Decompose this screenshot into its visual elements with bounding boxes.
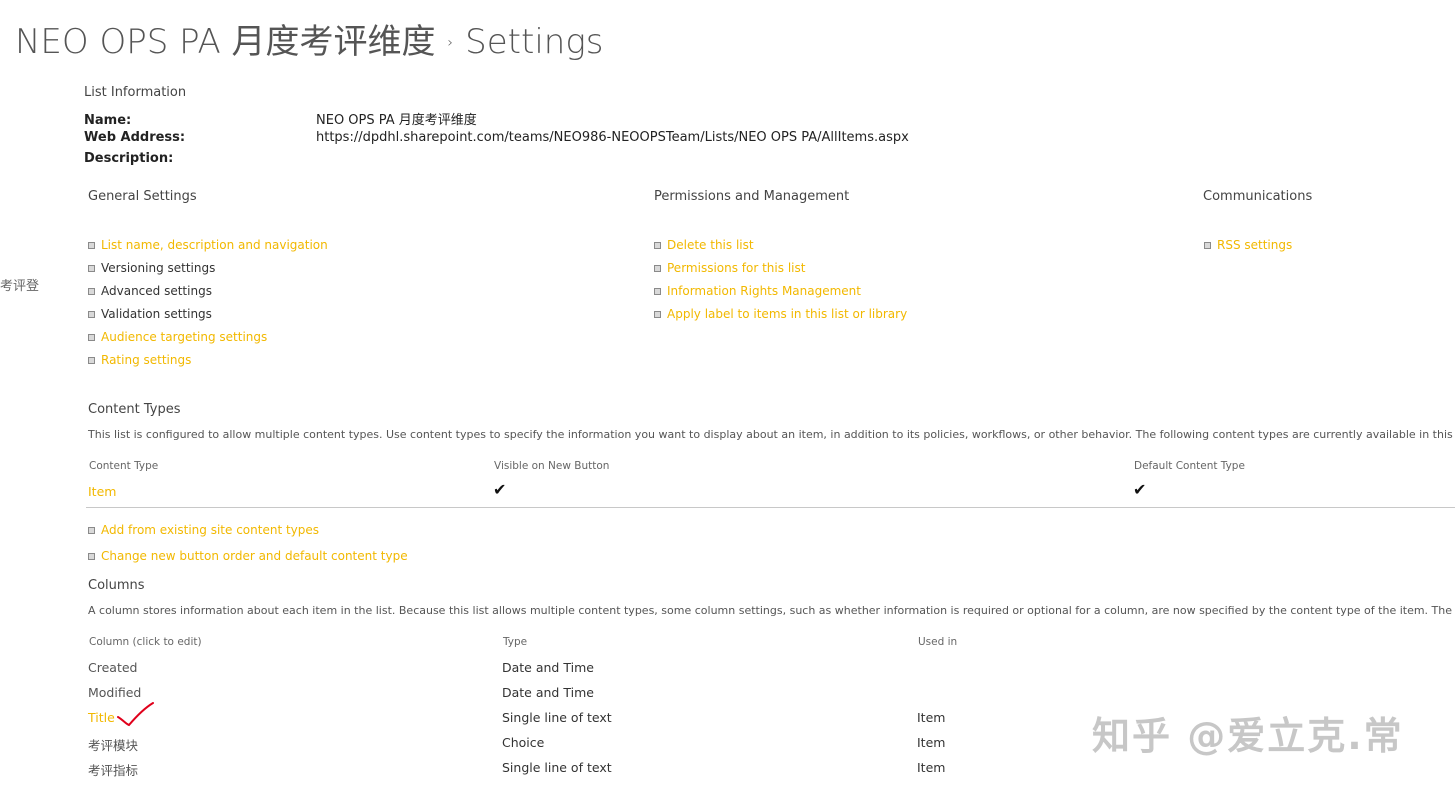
bullet-icon	[654, 242, 661, 249]
info-row-name: Name: NEO OPS PA 月度考评维度	[84, 109, 477, 128]
rating-settings-link[interactable]: Rating settings	[88, 352, 328, 375]
column-row-type: Choice	[502, 735, 545, 750]
delete-list-link[interactable]: Delete this list	[654, 237, 907, 260]
bullet-icon	[88, 357, 95, 364]
list-information-heading: List Information	[84, 85, 187, 100]
content-type-column-header: Content Type	[89, 460, 159, 472]
validation-settings-link[interactable]: Validation settings	[88, 306, 328, 329]
column-row-name[interactable]: Created	[88, 660, 137, 675]
column-row-name[interactable]: 考评指标	[88, 760, 138, 779]
bullet-icon	[654, 265, 661, 272]
info-row-web-address: Web Address: https://dpdhl.sharepoint.com…	[84, 130, 909, 145]
communications-list: RSS settings	[1204, 237, 1292, 260]
check-icon: ✔	[493, 480, 507, 499]
column-row-used-in: Item	[917, 735, 946, 750]
advanced-settings-link[interactable]: Advanced settings	[88, 283, 328, 306]
column-row-type: Date and Time	[502, 660, 594, 675]
bullet-icon	[88, 265, 95, 272]
apply-label-link[interactable]: Apply label to items in this list or lib…	[654, 306, 907, 329]
bullet-icon	[88, 527, 95, 534]
page-name: Settings	[465, 22, 604, 62]
column-row-name[interactable]: 考评模块	[88, 735, 138, 754]
site-title-link[interactable]: NEO OPS PA 月度考评维度	[15, 22, 436, 62]
name-value: NEO OPS PA 月度考评维度	[316, 113, 477, 128]
web-address-label: Web Address:	[84, 130, 186, 145]
visible-on-new-button-column-header: Visible on New Button	[494, 460, 610, 472]
add-existing-content-types-link[interactable]: Add from existing site content types	[88, 522, 408, 548]
watermark: 知乎 @爱立克.常	[1092, 714, 1404, 758]
breadcrumb-separator-icon: ›	[447, 35, 454, 51]
general-settings-list: List name, description and navigation Ve…	[88, 237, 328, 375]
settings-page: NEO OPS PA 月度考评维度 › Settings 考评登 List Info…	[0, 0, 1455, 789]
bullet-icon	[1204, 242, 1211, 249]
bullet-icon	[88, 311, 95, 318]
versioning-settings-link[interactable]: Versioning settings	[88, 260, 328, 283]
column-row-used-in: Item	[917, 760, 946, 775]
column-row-used-in: Item	[917, 710, 946, 725]
column-row-type: Date and Time	[502, 685, 594, 700]
permissions-for-list-link[interactable]: Permissions for this list	[654, 260, 907, 283]
column-used-in-header: Used in	[918, 636, 958, 648]
bullet-icon	[88, 553, 95, 560]
bullet-icon	[88, 334, 95, 341]
list-name-description-navigation-link[interactable]: List name, description and navigation	[88, 237, 328, 260]
bullet-icon	[654, 311, 661, 318]
audience-targeting-settings-link[interactable]: Audience targeting settings	[88, 329, 328, 352]
permissions-list: Delete this list Permissions for this li…	[654, 237, 907, 329]
name-label: Name:	[84, 113, 132, 128]
column-row-type: Single line of text	[502, 710, 612, 725]
column-row-type: Single line of text	[502, 760, 612, 775]
columns-heading: Columns	[88, 578, 145, 593]
communications-heading: Communications	[1203, 189, 1313, 204]
column-name-header: Column (click to edit)	[89, 636, 202, 648]
information-rights-management-link[interactable]: Information Rights Management	[654, 283, 907, 306]
left-nav-item-fragment[interactable]: 考评登	[0, 275, 39, 294]
bullet-icon	[654, 288, 661, 295]
web-address-value: https://dpdhl.sharepoint.com/teams/NEO98…	[316, 130, 909, 145]
content-types-heading: Content Types	[88, 402, 181, 417]
content-type-item-link[interactable]: Item	[88, 484, 116, 499]
column-row-name[interactable]: Modified	[88, 685, 141, 700]
bullet-icon	[88, 288, 95, 295]
page-title: NEO OPS PA 月度考评维度 › Settings	[15, 14, 603, 63]
rss-settings-link[interactable]: RSS settings	[1204, 237, 1292, 260]
default-content-type-column-header: Default Content Type	[1134, 460, 1245, 472]
permissions-management-heading: Permissions and Management	[654, 189, 850, 204]
change-button-order-link[interactable]: Change new button order and default cont…	[88, 548, 408, 574]
bullet-icon	[88, 242, 95, 249]
content-type-actions: Add from existing site content types Cha…	[88, 522, 408, 574]
description-label: Description:	[84, 151, 174, 166]
table-divider	[86, 507, 1455, 508]
content-types-description: This list is configured to allow multipl…	[88, 428, 1455, 441]
columns-description: A column stores information about each i…	[88, 604, 1455, 617]
column-type-header: Type	[503, 636, 528, 648]
handwritten-check-mark-icon	[117, 702, 154, 727]
check-icon: ✔	[1133, 480, 1147, 499]
general-settings-heading: General Settings	[88, 189, 197, 204]
column-row-name-title-link[interactable]: Title	[88, 710, 115, 725]
info-row-description: Description:	[84, 151, 316, 166]
